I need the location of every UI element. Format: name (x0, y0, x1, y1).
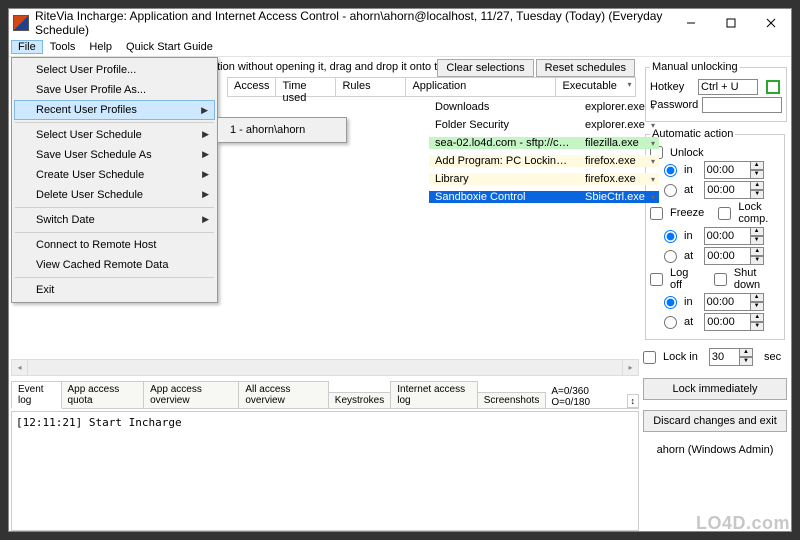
logoff-checkbox[interactable] (650, 273, 663, 286)
mi-recent-1[interactable]: 1 - ahorn\ahorn (220, 120, 344, 140)
lockcomp-checkbox[interactable] (718, 207, 731, 220)
unlock-at-time[interactable] (704, 181, 750, 199)
unlock-at-radio[interactable] (664, 184, 677, 197)
freeze-in-time[interactable] (704, 227, 750, 245)
tab-appoverview[interactable]: App access overview (143, 381, 239, 408)
menu-quickstart[interactable]: Quick Start Guide (119, 40, 220, 54)
mi-create-schedule[interactable]: Create User Schedule▶ (14, 165, 215, 185)
tabs: Event log App access quota App access ov… (11, 380, 639, 409)
titlebar: RiteVia Incharge: Application and Intern… (9, 9, 791, 37)
tab-scroll-icon[interactable]: ↕ (627, 394, 640, 408)
recent-profiles-submenu: 1 - ahorn\ahorn (217, 117, 347, 143)
auto-legend: Automatic action (650, 128, 735, 140)
menubar: File Tools Help Quick Start Guide (9, 37, 791, 57)
menu-tools[interactable]: Tools (43, 40, 83, 54)
hotkey-status-icon (766, 80, 780, 94)
lock-immediately-button[interactable]: Lock immediately (643, 378, 787, 400)
freeze-at-time[interactable] (704, 247, 750, 265)
logoff-at-time[interactable] (704, 313, 750, 331)
menu-separator (15, 122, 214, 123)
hotkey-label: Hotkey (650, 81, 694, 93)
tab-alloverview[interactable]: All access overview (238, 381, 328, 408)
logoff-in-time[interactable] (704, 293, 750, 311)
discard-exit-button[interactable]: Discard changes and exit (643, 410, 787, 432)
tab-screenshots[interactable]: Screenshots (477, 392, 547, 408)
unlock-in-radio[interactable] (664, 164, 677, 177)
clear-selections-button[interactable]: Clear selections (437, 59, 533, 77)
table-row[interactable]: Add Program: PC Locking Softwa...firefox… (359, 152, 639, 169)
mi-select-profile[interactable]: Select User Profile... (14, 60, 215, 80)
scroll-left-icon[interactable]: ◂ (11, 359, 28, 376)
maximize-button[interactable] (711, 9, 751, 37)
manual-unlocking-group: Manual unlocking Hotkey Password (645, 61, 787, 122)
col-time[interactable]: Time used (276, 77, 336, 97)
tab-internetlog[interactable]: Internet access log (390, 381, 478, 408)
table-row[interactable]: sea-02.lo4d.com - sftp://canadia...filez… (359, 134, 639, 151)
logoff-in-radio[interactable] (664, 296, 677, 309)
mi-view-cached[interactable]: View Cached Remote Data (14, 255, 215, 275)
submenu-arrow-icon: ▶ (201, 105, 208, 116)
lockin-value[interactable] (709, 348, 739, 366)
freeze-in-radio[interactable] (664, 230, 677, 243)
mi-switch-date[interactable]: Switch Date▶ (14, 210, 215, 230)
table-row-selected[interactable]: Sandboxie ControlSbieCtrl.exe (359, 188, 639, 205)
window-title: RiteVia Incharge: Application and Intern… (35, 9, 671, 37)
col-access[interactable]: Access (227, 77, 276, 97)
mi-select-schedule[interactable]: Select User Schedule▶ (14, 125, 215, 145)
freeze-checkbox[interactable] (650, 207, 663, 220)
shutdown-checkbox[interactable] (714, 273, 727, 286)
freeze-at-radio[interactable] (664, 250, 677, 263)
logoff-at-radio[interactable] (664, 316, 677, 329)
mi-exit[interactable]: Exit (14, 280, 215, 300)
mi-recent-profiles[interactable]: Recent User Profiles▶ (14, 100, 215, 120)
col-exe[interactable]: Executable (556, 77, 636, 97)
app-icon (13, 15, 29, 31)
minimize-button[interactable] (671, 9, 711, 37)
counters: A=0/360 O=0/180 (545, 386, 626, 408)
automatic-action-group: Automatic action Unlock in ▲▼ at ▲▼ Free… (645, 128, 785, 340)
close-button[interactable] (751, 9, 791, 37)
mi-connect-remote[interactable]: Connect to Remote Host (14, 235, 215, 255)
mi-save-profile-as[interactable]: Save User Profile As... (14, 80, 215, 100)
col-rules[interactable]: Rules (336, 77, 406, 97)
event-log[interactable]: [12:11:21] Start Incharge (11, 411, 639, 531)
spin-down-icon[interactable]: ▼ (750, 170, 764, 179)
tab-appquota[interactable]: App access quota (61, 381, 145, 408)
reset-schedules-button[interactable]: Reset schedules (536, 59, 635, 77)
tab-eventlog[interactable]: Event log (11, 381, 62, 409)
hotkey-field[interactable] (698, 79, 758, 95)
file-menu: Select User Profile... Save User Profile… (11, 57, 218, 303)
mi-delete-schedule[interactable]: Delete User Schedule▶ (14, 185, 215, 205)
col-app[interactable]: Application (406, 77, 556, 97)
table-row[interactable]: Downloadsexplorer.exe (359, 98, 639, 115)
table-row[interactable]: Libraryfirefox.exe (359, 170, 639, 187)
manual-legend: Manual unlocking (650, 61, 740, 73)
menu-help[interactable]: Help (82, 40, 119, 54)
unlock-label: Unlock (670, 147, 704, 159)
hscrollbar[interactable]: ◂ ▸ (11, 359, 639, 376)
tab-keystrokes[interactable]: Keystrokes (328, 392, 391, 408)
mi-save-schedule-as[interactable]: Save User Schedule As▶ (14, 145, 215, 165)
scroll-right-icon[interactable]: ▸ (622, 359, 639, 376)
lockin-checkbox[interactable] (643, 351, 656, 364)
spin-up-icon[interactable]: ▲ (750, 161, 764, 170)
menu-file[interactable]: File (11, 40, 43, 54)
app-window: RiteVia Incharge: Application and Intern… (8, 8, 792, 532)
current-user: ahorn (Windows Admin) (643, 444, 787, 456)
password-field[interactable] (702, 97, 782, 113)
right-panel: Manual unlocking Hotkey Password Automat… (641, 57, 791, 531)
unlock-in-time[interactable] (704, 161, 750, 179)
table-row[interactable]: Folder Securityexplorer.exe (359, 116, 639, 133)
